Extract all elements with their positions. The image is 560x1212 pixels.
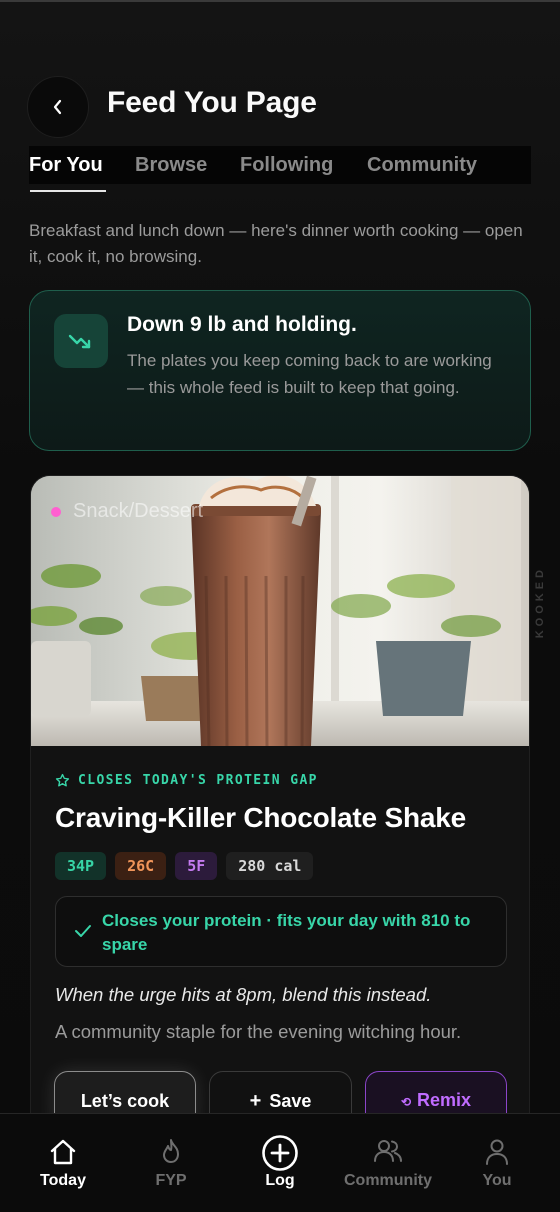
trend-badge — [54, 314, 108, 368]
tab-browse[interactable]: Browse — [135, 154, 207, 177]
calories-chip: 280 cal — [226, 852, 314, 880]
nav-community-label: Community — [344, 1172, 432, 1189]
feed-intro: Breakfast and lunch down — here's dinner… — [29, 221, 523, 266]
nav-fyp-label: FYP — [155, 1172, 187, 1189]
tab-following[interactable]: Following — [240, 154, 333, 177]
tagline-text: CLOSES TODAY'S PROTEIN GAP — [78, 773, 318, 788]
progress-body: The plates you keep coming back to are w… — [127, 351, 492, 397]
nav-fyp[interactable]: FYP — [116, 1114, 226, 1212]
save-label: Save — [269, 1090, 312, 1111]
users-icon — [374, 1140, 402, 1162]
progress-title: Down 9 lb and holding. — [127, 313, 357, 336]
category-dot — [51, 506, 61, 517]
category-label: Snack/Dessert — [73, 500, 204, 522]
active-tab-indicator — [30, 190, 106, 192]
protein-chip: 34P — [55, 852, 107, 880]
tab-for-you[interactable]: For You — [29, 154, 103, 177]
fat-chip: 5F — [175, 852, 218, 880]
fit-text: Closes your protein · fits your day with… — [102, 911, 471, 954]
recipe-card[interactable]: Snack/Dessert CLOSES TODAY'S PROTEIN GAP… — [30, 475, 530, 1175]
check-icon — [75, 925, 91, 937]
recipe-tagline: CLOSES TODAY'S PROTEIN GAP — [55, 773, 318, 788]
plus-circle-icon — [262, 1135, 298, 1171]
back-button[interactable] — [27, 76, 89, 138]
nav-today[interactable]: Today — [8, 1114, 118, 1212]
bottom-navigation: Today FYP Log Community You — [0, 1113, 560, 1212]
nav-you-label: You — [482, 1172, 512, 1189]
nav-you[interactable]: You — [442, 1114, 552, 1212]
nav-today-label: Today — [40, 1172, 86, 1189]
flame-icon — [163, 1139, 179, 1163]
remix-label: Remix — [417, 1090, 472, 1110]
recipe-hook: When the urge hits at 8pm, blend this in… — [55, 984, 432, 1005]
recipe-description: A community staple for the evening witch… — [55, 1021, 462, 1042]
page-title: Feed You Page — [107, 86, 317, 119]
user-icon — [486, 1139, 508, 1165]
nav-community[interactable]: Community — [333, 1114, 443, 1212]
trending-down-icon — [68, 334, 91, 349]
chevron-left-icon — [53, 99, 62, 115]
nav-log[interactable]: Log — [225, 1114, 335, 1212]
carbs-chip: 26C — [115, 852, 167, 880]
recipe-title[interactable]: Craving-Killer Chocolate Shake — [55, 802, 466, 834]
feed-tabs: For You Browse Following Community — [29, 146, 531, 184]
tab-community[interactable]: Community — [367, 154, 477, 177]
category-badge: Snack/Dessert — [51, 500, 203, 523]
plus-icon: + — [249, 1089, 262, 1112]
status-divider — [0, 0, 560, 2]
lets-cook-label: Let’s cook — [80, 1090, 170, 1111]
macro-chips: 34P 26C 5F 280 cal — [55, 852, 314, 880]
progress-card: Down 9 lb and holding. The plates you ke… — [29, 290, 531, 451]
feed-screen: Feed You Page For You Browse Following C… — [0, 0, 560, 1212]
nav-log-label: Log — [265, 1172, 295, 1189]
recipe-photo[interactable]: Snack/Dessert — [31, 476, 529, 746]
brand-watermark: KOOKED — [534, 566, 546, 639]
star-icon — [55, 773, 70, 787]
home-icon — [50, 1139, 76, 1165]
fit-notice: Closes your protein · fits your day with… — [55, 896, 507, 967]
remix-icon: ⟲ — [400, 1095, 412, 1109]
